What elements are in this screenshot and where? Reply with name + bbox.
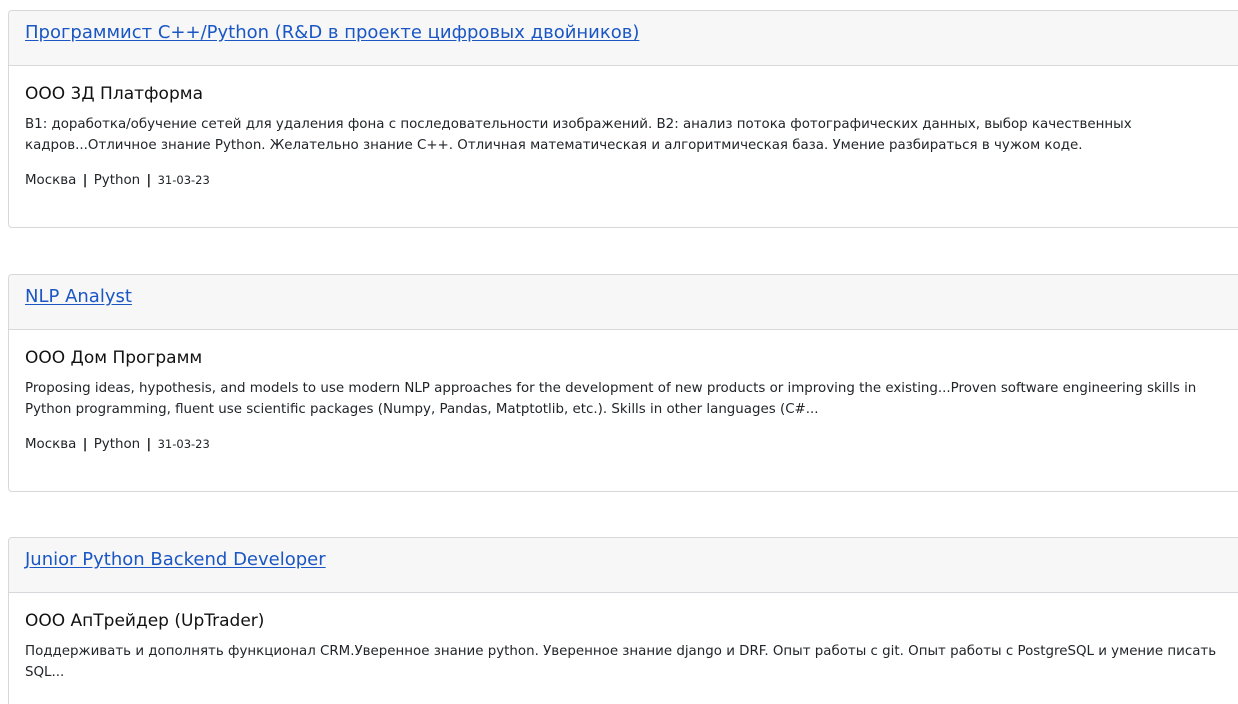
vacancy-card: Программист C++/Python (R&D в проекте ци… [8,10,1238,228]
vacancy-description: Proposing ideas, hypothesis, and models … [25,381,1197,417]
vacancy-card: Junior Python Backend Developer ООО АпТр… [8,537,1238,704]
company-name: ООО Дом Программ [25,348,203,368]
vacancy-title-link[interactable]: Программист C++/Python (R&D в проекте ци… [25,22,639,43]
vacancy-card-body: ООО Дом Программ Proposing ideas, hypoth… [9,330,1238,455]
vacancy-list: Программист C++/Python (R&D в проекте ци… [0,0,1238,704]
vacancy-description: В1: доработка/обучение сетей для удалени… [25,117,1132,153]
vacancy-city: Москва [25,173,77,188]
vacancy-tag: Python [93,173,141,188]
vacancy-card-header: NLP Analyst [9,275,1238,330]
company-name: ООО 3Д Платформа [25,84,203,104]
vacancy-title-link[interactable]: NLP Analyst [25,286,132,307]
vacancy-city: Москва [25,437,77,452]
vacancy-tag: Python [93,437,141,452]
vacancy-meta: Москва | Python | 31-03-23 [25,170,1238,191]
vacancy-meta: Москва | Python | 31-03-23 [25,434,1238,455]
company-name: ООО АпТрейдер (UpTrader) [25,611,265,631]
vacancy-card-header: Junior Python Backend Developer [9,538,1238,593]
vacancy-card-header: Программист C++/Python (R&D в проекте ци… [9,11,1238,66]
vacancy-card-body: ООО 3Д Платформа В1: доработка/обучение … [9,66,1238,191]
vacancy-date: 31-03-23 [157,173,210,187]
meta-separator: | [82,173,88,188]
vacancy-card-body: ООО АпТрейдер (UpTrader) Поддерживать и … [9,593,1238,683]
meta-separator: | [146,437,152,452]
meta-separator: | [82,437,88,452]
vacancy-description: Поддерживать и дополнять функционал CRM.… [25,644,1217,680]
vacancy-title-link[interactable]: Junior Python Backend Developer [25,549,326,570]
vacancy-date: 31-03-23 [157,437,210,451]
meta-separator: | [146,173,152,188]
vacancy-card: NLP Analyst ООО Дом Программ Proposing i… [8,274,1238,492]
